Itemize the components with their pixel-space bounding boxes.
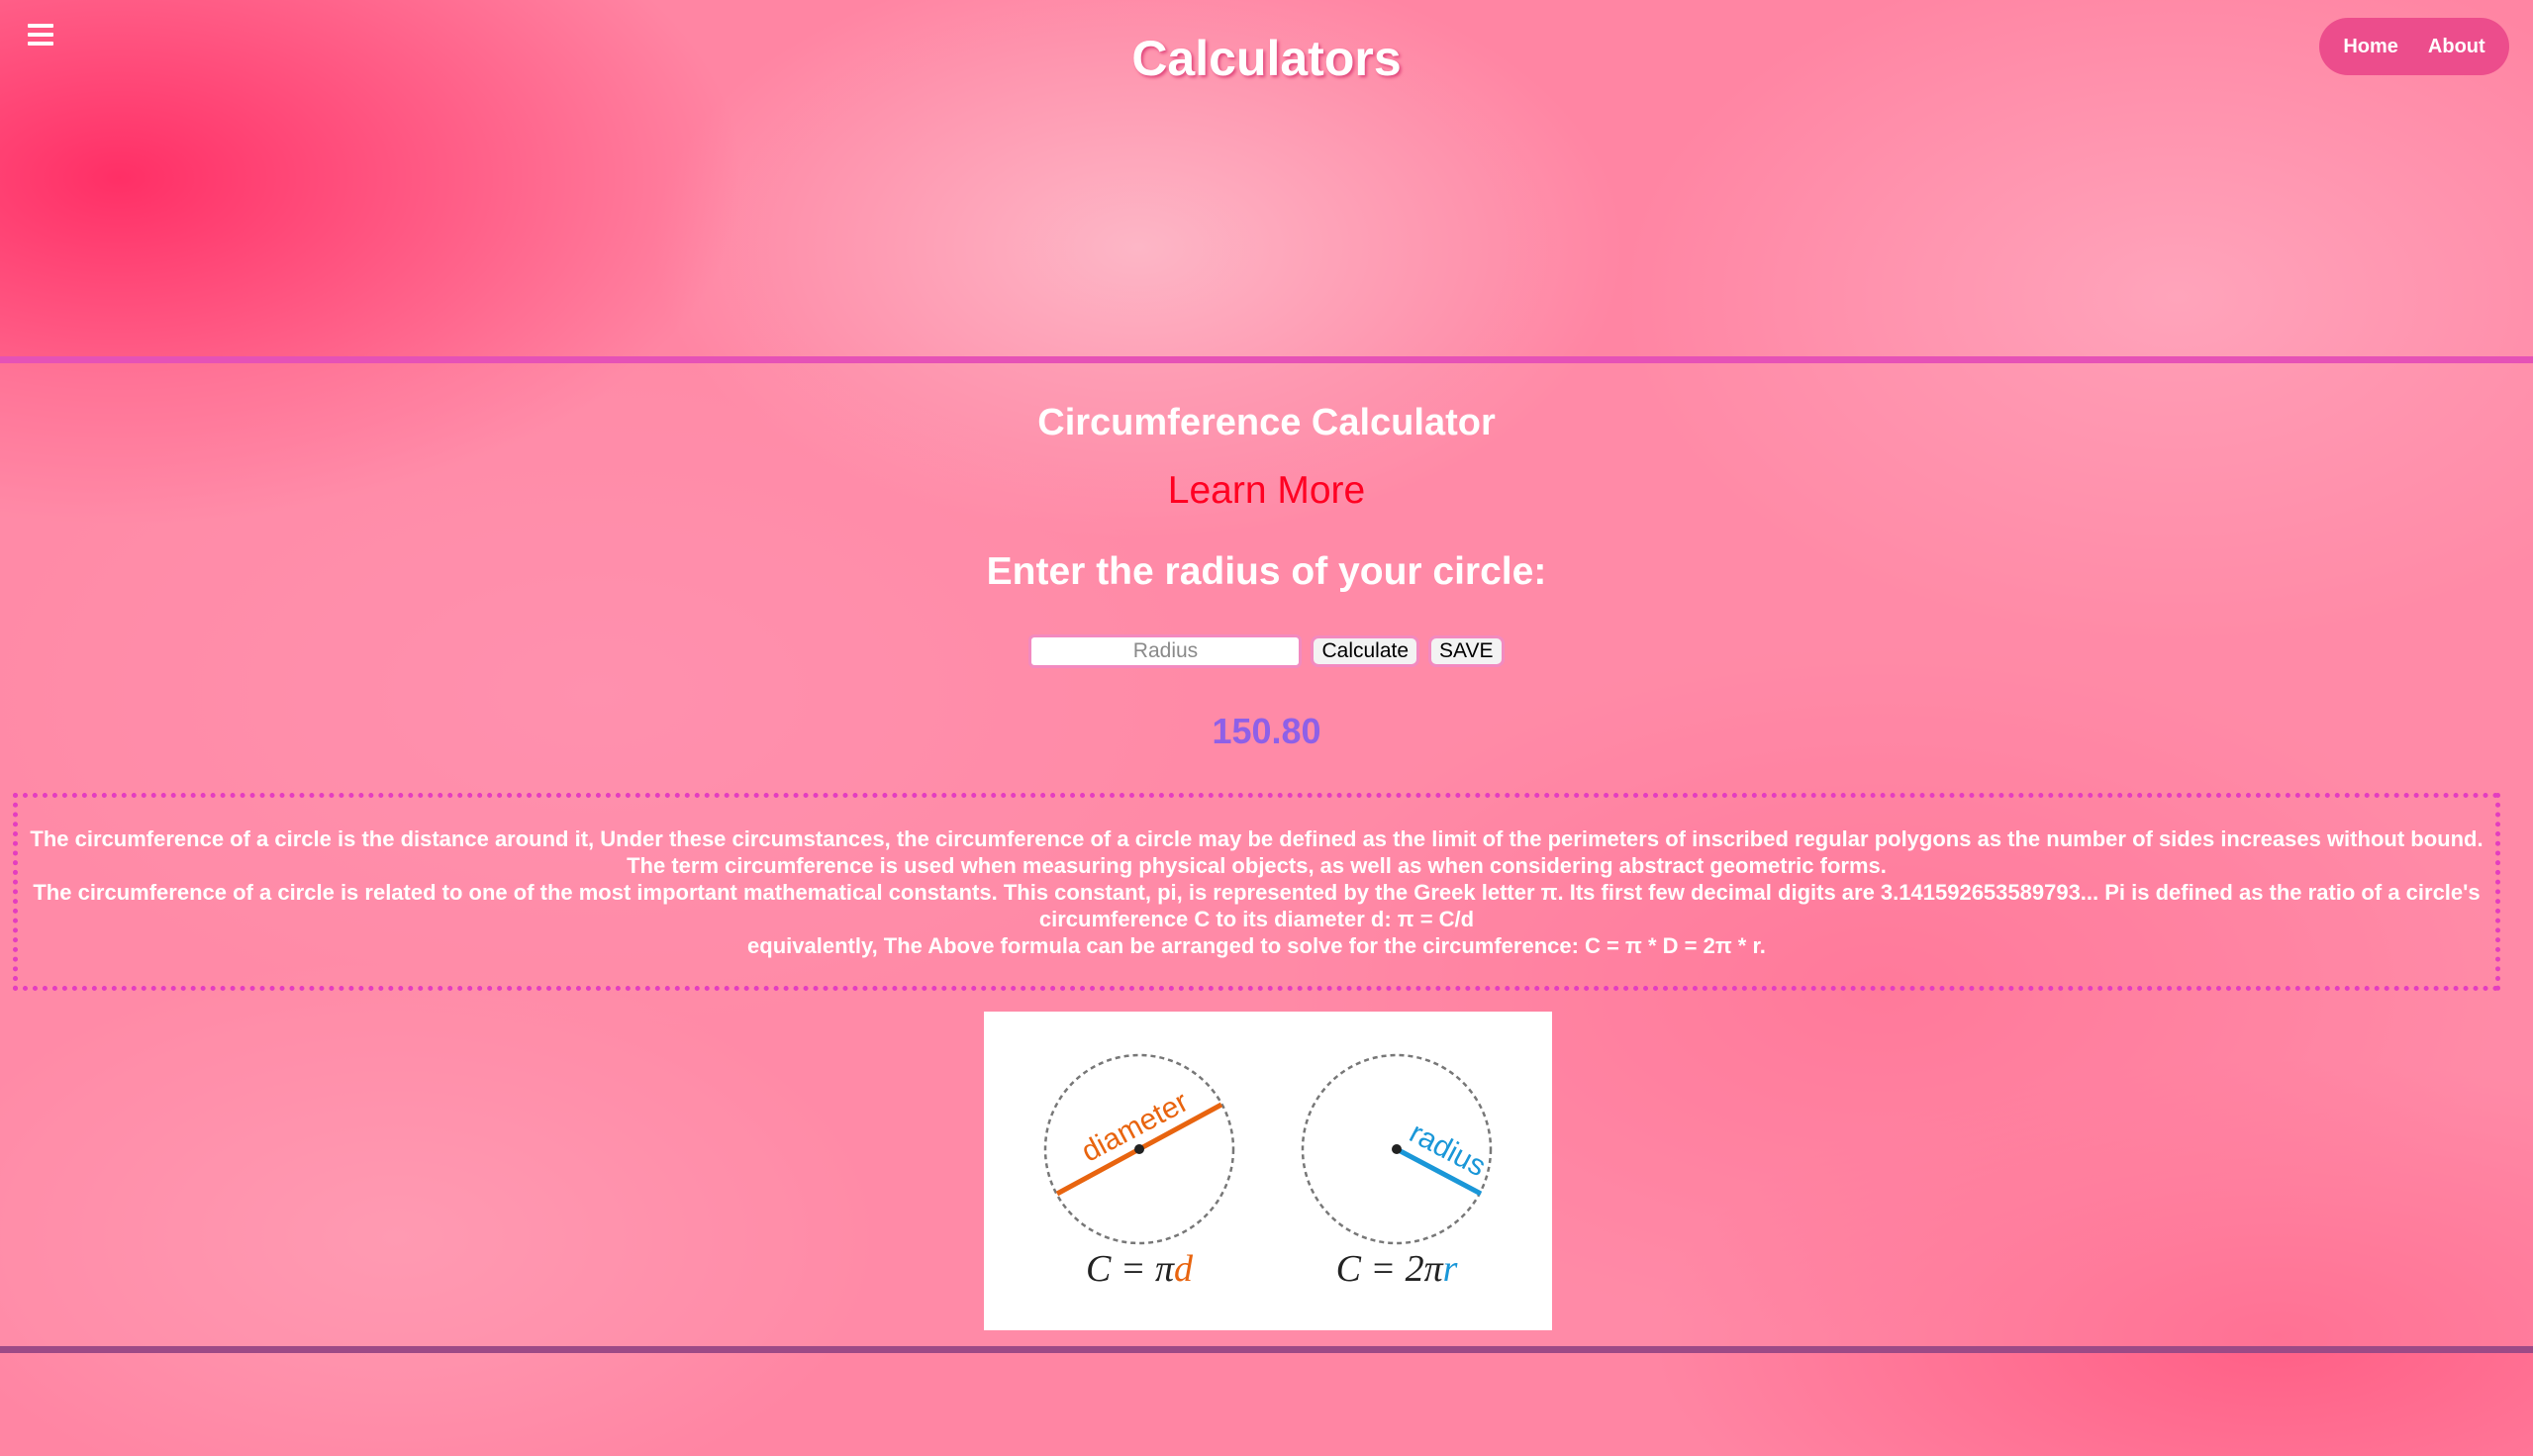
center-dot bbox=[1134, 1144, 1144, 1154]
circle-diagram: diameter radius C = πd C = 2πr bbox=[1043, 1053, 1493, 1290]
radius-formula: C = 2πr bbox=[1336, 1248, 1458, 1290]
radius-prompt: Enter the radius of your circle: bbox=[986, 550, 1547, 593]
bottom-divider bbox=[0, 1346, 2533, 1353]
learn-more-link[interactable]: Learn More bbox=[0, 469, 2533, 513]
center-dot bbox=[1392, 1144, 1402, 1154]
calculator-title: Circumference Calculator bbox=[1037, 402, 1496, 443]
nav-home-link[interactable]: Home bbox=[2343, 36, 2398, 58]
info-box: The circumference of a circle is the dis… bbox=[13, 793, 2500, 991]
formula-prefix: C = π bbox=[1086, 1248, 1175, 1290]
formula-prefix: C = 2π bbox=[1336, 1248, 1444, 1290]
info-paragraph: equivalently, The Above formula can be a… bbox=[747, 932, 1766, 958]
top-nav: Home About bbox=[2319, 18, 2509, 75]
info-paragraph: The circumference of a circle is the dis… bbox=[30, 825, 2484, 878]
top-divider bbox=[0, 356, 2533, 363]
diameter-formula: C = πd bbox=[1086, 1248, 1194, 1290]
calculate-button[interactable]: Calculate bbox=[1311, 635, 1420, 667]
radius-input[interactable] bbox=[1028, 634, 1303, 668]
menu-bar bbox=[28, 24, 53, 28]
calculator-controls: Calculate SAVE bbox=[0, 634, 2533, 668]
radius-label: radius bbox=[1405, 1116, 1492, 1184]
site-title: Calculators bbox=[1131, 31, 1402, 86]
result-value: 150.80 bbox=[1212, 711, 1321, 751]
info-paragraph: The circumference of a circle is related… bbox=[33, 879, 2481, 931]
formula-variable-d: d bbox=[1174, 1248, 1194, 1290]
formula-variable-r: r bbox=[1443, 1248, 1458, 1290]
circle-formula-figure: diameter radius C = πd C = 2πr bbox=[984, 1012, 1552, 1330]
save-button[interactable]: SAVE bbox=[1428, 635, 1505, 667]
nav-about-link[interactable]: About bbox=[2428, 36, 2485, 58]
